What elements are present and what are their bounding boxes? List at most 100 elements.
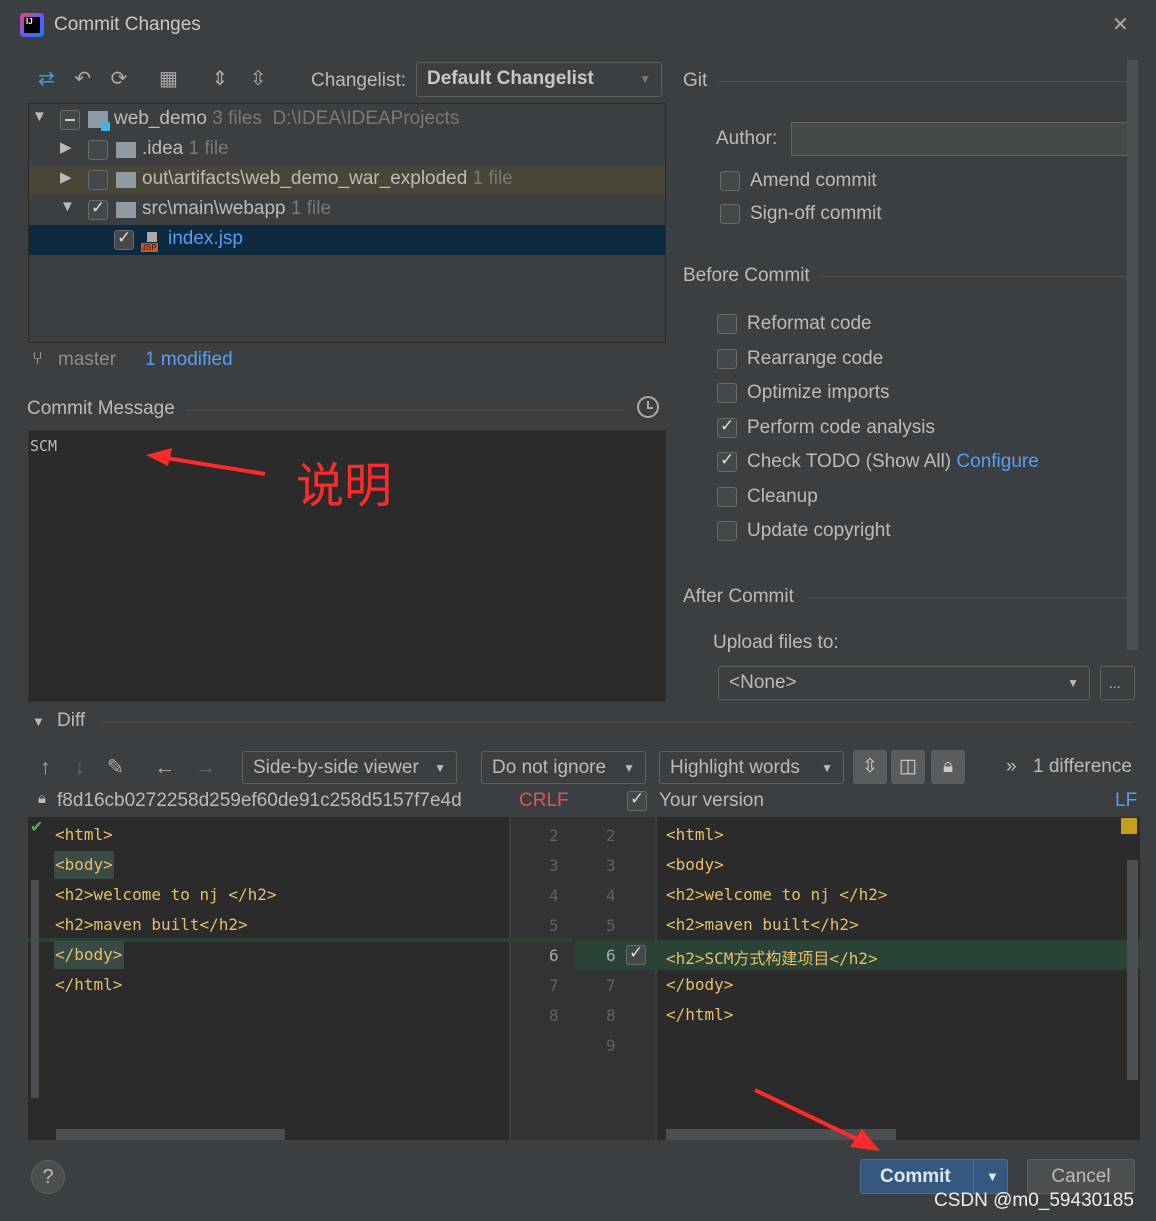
- annotation-arrow: [146, 448, 266, 476]
- changelist-select[interactable]: Default Changelist ▼: [416, 62, 662, 97]
- divider: [718, 81, 1128, 82]
- right-line-number: 2: [606, 826, 616, 845]
- expand-arrow-icon[interactable]: ▶: [60, 168, 72, 186]
- left-code-line: <h2>welcome to nj </h2>: [55, 885, 277, 904]
- window-title: Commit Changes: [54, 14, 201, 35]
- upload-select[interactable]: <None> ▼: [718, 666, 1090, 700]
- left-line-number: 6: [549, 946, 559, 965]
- modified-count[interactable]: 1 modified: [145, 349, 233, 371]
- checkbox-checked[interactable]: [88, 198, 108, 220]
- author-input[interactable]: [791, 122, 1132, 156]
- chevron-down-icon: ▼: [1067, 676, 1079, 690]
- branch-name[interactable]: master: [58, 349, 116, 371]
- include-checkbox[interactable]: [627, 789, 647, 811]
- right-line-ending[interactable]: LF: [1115, 790, 1137, 812]
- before-commit-checkbox[interactable]: [717, 383, 737, 403]
- right-title: Your version: [659, 790, 764, 811]
- close-icon[interactable]: ✕: [1112, 12, 1129, 37]
- refresh-icon[interactable]: ⟳: [111, 68, 128, 90]
- group-by-icon[interactable]: ▦: [159, 68, 178, 90]
- branch-icon: ⑂: [32, 348, 43, 368]
- checkbox-partial[interactable]: [60, 110, 80, 130]
- checkbox-checked[interactable]: [114, 228, 134, 250]
- divider: [187, 410, 624, 411]
- right-code-line: <h2>maven built</h2>: [666, 915, 859, 934]
- cancel-button[interactable]: Cancel: [1027, 1159, 1135, 1194]
- before-commit-checkbox[interactable]: [717, 450, 737, 472]
- chevron-down-icon: ▼: [623, 761, 635, 775]
- commit-button[interactable]: Commit ▼: [860, 1159, 1008, 1194]
- collapse-all-icon[interactable]: ⇳: [250, 68, 267, 90]
- expand-all-icon[interactable]: ⇕: [211, 68, 228, 90]
- rollback-icon[interactable]: ↶: [74, 68, 91, 90]
- forward-icon[interactable]: →: [195, 756, 216, 779]
- after-commit-title: After Commit: [683, 586, 794, 607]
- tree-item-web-demo[interactable]: ▼ web_demo 3 files D:\IDEA\IDEAProjects: [32, 108, 662, 132]
- lock-icon: 🔒︎: [38, 790, 46, 807]
- left-line-ending[interactable]: CRLF: [519, 790, 569, 812]
- amend-checkbox[interactable]: [720, 171, 740, 191]
- right-line-number: 7: [606, 976, 616, 995]
- right-scrollbar[interactable]: [1127, 860, 1138, 1080]
- next-diff-icon[interactable]: ↓: [74, 756, 85, 779]
- chevron-down-icon: ▼: [821, 761, 833, 775]
- history-clock-icon[interactable]: [637, 396, 659, 418]
- before-commit-option: Cleanup: [747, 485, 818, 507]
- before-commit-checkbox[interactable]: [717, 314, 737, 334]
- diff-collapse-icon[interactable]: ▼: [32, 714, 45, 729]
- amend-label: Amend commit: [750, 170, 877, 191]
- left-line-number: 8: [549, 1006, 559, 1025]
- before-commit-option: Reformat code: [747, 313, 872, 334]
- show-diff-icon[interactable]: ⇄: [38, 68, 55, 90]
- left-code-line: <h2>maven built</h2>: [55, 915, 248, 934]
- left-hscrollbar[interactable]: [56, 1129, 285, 1140]
- before-commit-checkbox[interactable]: [717, 486, 737, 507]
- git-section-title: Git: [683, 70, 708, 91]
- lock-icon[interactable]: 🔒︎: [931, 750, 965, 784]
- collapse-unchanged-icon[interactable]: ⇳: [853, 750, 887, 784]
- before-commit-checkbox[interactable]: [717, 348, 737, 369]
- ignore-select[interactable]: Do not ignore ▼: [481, 751, 646, 784]
- configure-link[interactable]: Configure: [956, 451, 1038, 472]
- right-panel-scrollbar[interactable]: [1127, 60, 1138, 650]
- right-line-number: 9: [606, 1036, 616, 1055]
- tree-item-artifacts[interactable]: ▶ out\artifacts\web_demo_war_exploded 1 …: [32, 168, 662, 192]
- checkbox[interactable]: [88, 170, 108, 190]
- expand-arrow-icon[interactable]: ▼: [32, 108, 47, 125]
- right-line-number: 3: [606, 856, 616, 875]
- before-commit-option: Perform code analysis: [747, 416, 935, 438]
- upload-more-button[interactable]: ...: [1100, 666, 1135, 700]
- more-icon[interactable]: »: [1006, 756, 1017, 778]
- divider: [102, 722, 1132, 723]
- diff-gutter: [511, 817, 655, 1140]
- left-line-number: 7: [549, 976, 559, 995]
- before-commit-checkbox[interactable]: [717, 521, 737, 541]
- commit-message-label: Commit Message: [27, 398, 175, 419]
- prev-diff-icon[interactable]: ↑: [40, 756, 51, 779]
- sync-scroll-icon[interactable]: ◫: [891, 750, 925, 784]
- highlight-select[interactable]: Highlight words ▼: [659, 751, 844, 784]
- tree-item-webapp[interactable]: ▼ src\main\webapp 1 file: [32, 198, 662, 222]
- tree-item-idea[interactable]: ▶ .idea 1 file: [32, 138, 662, 162]
- tree-item-index-jsp[interactable]: JSP index.jsp: [32, 228, 662, 252]
- left-line-number: 4: [549, 886, 559, 905]
- folder-icon: [116, 142, 136, 158]
- apply-change-checkbox[interactable]: [626, 943, 646, 965]
- commit-options-chevron-icon[interactable]: ▼: [986, 1160, 999, 1193]
- edit-icon[interactable]: ✎: [107, 756, 125, 779]
- before-commit-checkbox[interactable]: [717, 416, 737, 438]
- before-commit-option: Check TODO (Show All) Configure: [747, 451, 1039, 472]
- left-scrollbar[interactable]: [31, 880, 39, 1098]
- changelist-label: Changelist:: [311, 70, 407, 91]
- help-button[interactable]: ?: [31, 1160, 65, 1194]
- viewer-select[interactable]: Side-by-side viewer ▼: [242, 751, 457, 784]
- right-line-number: 8: [606, 1006, 616, 1025]
- expand-arrow-icon[interactable]: ▶: [60, 138, 72, 156]
- checkbox[interactable]: [88, 140, 108, 160]
- expand-arrow-icon[interactable]: ▼: [60, 198, 75, 215]
- annotation-text: 说明: [296, 460, 393, 513]
- folder-icon: [116, 172, 136, 188]
- back-icon[interactable]: ←: [154, 756, 175, 779]
- left-line-number: 2: [549, 826, 559, 845]
- signoff-checkbox[interactable]: [720, 204, 740, 224]
